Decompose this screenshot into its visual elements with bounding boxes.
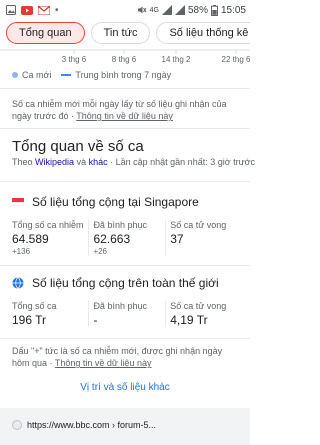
stat-delta: +26 bbox=[93, 247, 108, 256]
site-favicon-icon bbox=[12, 420, 22, 430]
search-result-url[interactable]: https://www.bbc.com › forum-5... bbox=[12, 420, 156, 430]
tab-statistics[interactable]: Số liệu thống kê bbox=[156, 22, 250, 44]
source-line: Theo Wikipedia và khác · Lần cập nhật gầ… bbox=[12, 157, 255, 167]
tick-label: 22 thg 6 bbox=[222, 55, 250, 64]
world-title-text: Số liệu tổng cộng trên toàn thế giới bbox=[32, 276, 219, 290]
gmail-icon bbox=[38, 5, 50, 15]
stat-total-cases: Tổng số ca 196 Tr bbox=[12, 301, 88, 327]
tick-label: 8 thg 6 bbox=[112, 55, 137, 64]
source-prefix: Theo bbox=[12, 157, 33, 167]
stat-recovered: Đã bình phục - bbox=[88, 301, 165, 327]
chart-fragment: 3 thg 6 8 thg 6 14 thg 2 22 thg 6 bbox=[0, 48, 251, 66]
stat-value: - bbox=[93, 313, 98, 327]
divider bbox=[0, 181, 250, 182]
url-text: https://www.bbc.com › forum-5... bbox=[27, 420, 157, 430]
data-info-link[interactable]: Thông tin về dữ liệu này bbox=[55, 358, 152, 368]
gallery-icon bbox=[6, 5, 16, 15]
network-type: 4G bbox=[149, 6, 159, 14]
stat-recovered: Đã bình phục 62.663 +26 bbox=[88, 220, 165, 256]
stat-deaths: Số ca tử vong 37 bbox=[165, 220, 242, 256]
wikipedia-link[interactable]: Wikipedia bbox=[35, 157, 74, 167]
chart-legend: Ca mới Trung bình trong 7 ngày bbox=[12, 70, 171, 80]
data-info-link[interactable]: Thông tin về dữ liệu này bbox=[76, 111, 173, 121]
globe-icon bbox=[12, 277, 24, 289]
tick-label: 3 thg 6 bbox=[62, 55, 87, 64]
legend-new-cases-label: Ca mới bbox=[22, 70, 52, 80]
note-plus-sign: Dấu "+" tức là số ca nhiễm mới, được ghi… bbox=[12, 345, 242, 369]
divider bbox=[0, 338, 250, 339]
singapore-stats: Tổng số ca nhiễm 64.589 +136 Đã bình phụ… bbox=[12, 220, 242, 256]
stat-label: Đã bình phục bbox=[93, 220, 147, 230]
divider bbox=[0, 128, 250, 129]
dot-icon bbox=[12, 72, 18, 78]
tab-overview[interactable]: Tổng quan bbox=[6, 22, 85, 44]
battery-percent: 58% bbox=[187, 4, 208, 16]
divider bbox=[0, 88, 250, 89]
source-updated: · Lần cập nhật gần nhất: 3 giờ trước bbox=[110, 157, 256, 167]
tab-news[interactable]: Tin tức bbox=[90, 22, 151, 44]
clock: 15:05 bbox=[220, 4, 246, 16]
legend-average: Trung bình trong 7 ngày bbox=[61, 70, 171, 80]
stat-value: 64.589 bbox=[12, 232, 49, 246]
source-and: và bbox=[76, 157, 87, 167]
stat-value: 4,19 Tr bbox=[170, 313, 208, 327]
tab-bar: Tổng quan Tin tức Số liệu thống kê bbox=[0, 20, 250, 46]
other-sources-link[interactable]: khác bbox=[89, 157, 108, 167]
stat-label: Tổng số ca nhiễm bbox=[12, 220, 84, 230]
stat-label: Tổng số ca bbox=[12, 301, 57, 311]
more-locations-link[interactable]: Vị trí và số liệu khác bbox=[0, 382, 250, 393]
singapore-flag-icon bbox=[12, 198, 24, 206]
stat-delta: +136 bbox=[12, 247, 31, 256]
stat-value: 62.663 bbox=[93, 232, 131, 246]
tick-label: 14 thg 2 bbox=[162, 55, 191, 64]
signal-icon bbox=[161, 5, 172, 15]
mute-icon bbox=[137, 6, 147, 14]
more-notifications-icon: • bbox=[55, 4, 59, 16]
overview-title: Tổng quan về số ca bbox=[12, 138, 144, 155]
status-left: • bbox=[6, 5, 59, 16]
line-icon bbox=[61, 74, 72, 76]
world-title: Số liệu tổng cộng trên toàn thế giới bbox=[12, 276, 219, 290]
stat-value: 37 bbox=[170, 232, 184, 246]
battery-icon bbox=[210, 4, 218, 16]
note-daily-cases: Số ca nhiễm mới mỗi ngày lấy từ số liệu … bbox=[12, 98, 242, 122]
singapore-title-text: Số liệu tổng cộng tại Singapore bbox=[32, 195, 199, 209]
status-right: 4G 58% 15:05 bbox=[137, 4, 246, 16]
status-bar: • 4G 58% 15:05 bbox=[0, 0, 250, 20]
stat-value: 196 Tr bbox=[12, 313, 47, 327]
stat-label: Số ca tử vong bbox=[170, 301, 227, 311]
singapore-title: Số liệu tổng cộng tại Singapore bbox=[12, 195, 199, 209]
signal-2-icon bbox=[174, 5, 185, 15]
legend-average-label: Trung bình trong 7 ngày bbox=[75, 70, 172, 80]
divider bbox=[0, 265, 250, 266]
youtube-icon bbox=[21, 5, 33, 15]
stat-total-cases: Tổng số ca nhiễm 64.589 +136 bbox=[12, 220, 88, 256]
chart-axis: 3 thg 6 8 thg 6 14 thg 2 22 thg 6 bbox=[0, 49, 251, 64]
stat-deaths: Số ca tử vong 4,19 Tr bbox=[165, 301, 242, 327]
world-stats: Tổng số ca 196 Tr Đã bình phục - Số ca t… bbox=[12, 301, 242, 327]
legend-new-cases: Ca mới bbox=[12, 70, 51, 80]
stat-label: Đã bình phục bbox=[93, 301, 147, 311]
stat-label: Số ca tử vong bbox=[170, 220, 227, 230]
